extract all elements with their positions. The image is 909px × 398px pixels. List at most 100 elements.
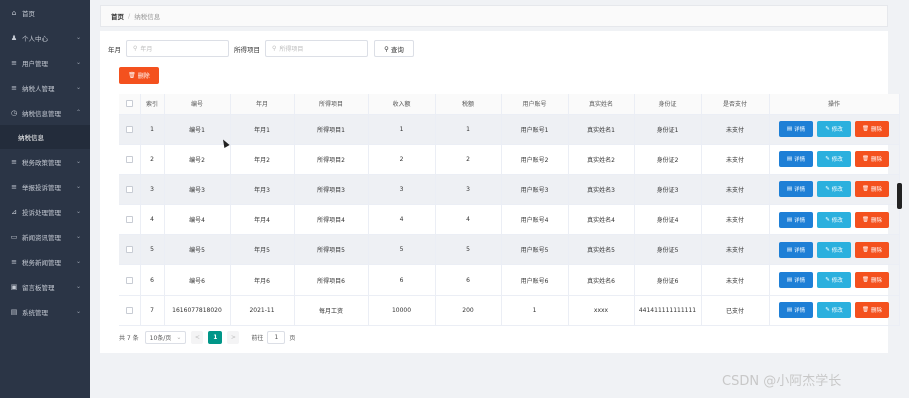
checkbox-icon[interactable] [125,100,133,108]
sidebar-item-10[interactable]: ▣ 留言板管理 ⌄ [0,274,90,299]
goto-page-input[interactable]: 1 [267,330,286,344]
detail-button[interactable]: ▤ 详情 [779,151,813,168]
next-page-button[interactable]: > [227,330,240,344]
table-cell: 所得项目1 [294,114,369,145]
sidebar-item-label: 留言板管理 [22,283,55,292]
scrollbar-thumb[interactable] [897,183,902,209]
edit-button[interactable]: ✎ 修改 [817,302,851,319]
month-label: 年月 [108,45,121,54]
table-cell: 2021-11 [230,295,295,326]
table-cell: xxxx [568,295,635,326]
detail-icon: ▤ [786,307,793,314]
table-cell: 身份证1 [634,114,702,145]
table-cell: 编号3 [164,174,231,206]
row-actions: ▤ 详情 ✎ 修改 🗑 删除 [769,114,900,145]
detail-icon: ▤ [786,186,793,193]
page-size-select[interactable]: 10条/页 ⌄ [144,330,187,344]
delete-button[interactable]: 🗑 删除 [855,181,889,198]
checkbox-icon[interactable] [125,246,133,254]
sidebar-subitem-active[interactable]: 纳税信息 [0,125,90,149]
delete-button[interactable]: 🗑 删除 [855,121,889,138]
checkbox-icon[interactable] [125,155,133,163]
row-select[interactable] [119,174,141,206]
info-icon: ◷ [10,108,18,117]
row-select[interactable] [119,204,141,236]
delete-button[interactable]: 🗑 删除 [855,151,889,168]
delete-button[interactable]: 🗑 删除 [855,272,889,289]
sidebar-item-1[interactable]: ♟ 个人中心 ⌄ [0,25,90,50]
checkbox-icon[interactable] [125,216,133,224]
checkbox-icon[interactable] [125,306,133,314]
batch-delete-button[interactable]: 🗑 删除 [119,67,159,84]
row-select[interactable] [119,114,141,145]
edit-button[interactable]: ✎ 修改 [817,181,851,198]
chevron-down-icon: ⌄ [75,59,81,66]
row-select[interactable] [119,264,141,296]
content-panel: 年月 ⚲ 年月 所得项目 ⚲ 所得项目 ⚲ 查询 🗑 删除 索引 编号 年月 所… [100,31,900,353]
table-cell: 200 [435,295,502,326]
delete-label: 删除 [870,247,882,254]
detail-button[interactable]: ▤ 详情 [779,272,813,289]
table-cell: 未支付 [701,114,770,145]
sidebar-item-4[interactable]: ◷ 纳税信息管理 ⌃ [0,100,90,125]
edit-button[interactable]: ✎ 修改 [817,241,851,258]
prev-page-button[interactable]: < [191,330,204,344]
sidebar-item-label: 新闻资讯管理 [22,233,61,242]
page-number-current[interactable]: 1 [208,330,223,344]
detail-icon: ▤ [786,246,793,253]
sidebar-item-6[interactable]: ≡ 举报投诉管理 ⌄ [0,174,90,199]
delete-button[interactable]: 🗑 删除 [855,302,889,319]
table-cell: 真实姓名6 [568,264,635,296]
detail-button[interactable]: ▤ 详情 [779,181,813,198]
delete-label: 删除 [870,217,882,224]
table-cell: 编号6 [164,264,231,296]
table-cell: 未支付 [701,174,770,206]
query-button[interactable]: ⚲ 查询 [374,40,414,57]
sidebar-item-9[interactable]: ≡ 税务新闻管理 ⌄ [0,249,90,274]
table-cell: 所得项目2 [294,144,369,175]
delete-button[interactable]: 🗑 删除 [855,211,889,228]
table-row: 3 编号3 年月3 所得项目3 3 3 用户账号3 真实姓名3 身份证3 未支付 ▤ 详情 ✎ 修改 🗑 删除 [119,174,900,206]
edit-icon: ✎ [825,277,830,284]
sidebar-item-11[interactable]: ▤ 系统管理 ⌄ [0,299,90,324]
detail-button[interactable]: ▤ 详情 [779,121,813,138]
project-label: 所得项目 [234,45,260,54]
main-content: 首页 / 纳税信息 年月 ⚲ 年月 所得项目 ⚲ 所得项目 ⚲ 查询 🗑 删除 … [90,0,909,398]
sidebar-item-2[interactable]: ≡ 用户管理 ⌄ [0,50,90,75]
chevron-down-icon: ⌄ [176,333,182,341]
sidebar-item-3[interactable]: ≡ 纳税人管理 ⌄ [0,75,90,100]
detail-icon: ▤ [786,126,793,133]
row-select[interactable] [119,295,141,326]
detail-button[interactable]: ▤ 详情 [779,211,813,228]
sidebar-item-7[interactable]: ⊿ 投诉处理管理 ⌄ [0,199,90,224]
edit-button[interactable]: ✎ 修改 [817,211,851,228]
sidebar-item-8[interactable]: ▭ 新闻资讯管理 ⌄ [0,224,90,249]
table-cell: 5 [140,234,165,266]
sidebar-item-label: 用户管理 [22,59,48,68]
sidebar-item-5[interactable]: ≡ 税务政策管理 ⌄ [0,149,90,174]
edit-button[interactable]: ✎ 修改 [817,272,851,289]
checkbox-icon[interactable] [125,185,133,193]
checkbox-icon[interactable] [125,276,133,284]
detail-button[interactable]: ▤ 详情 [779,241,813,258]
list-icon: ≡ [11,58,17,67]
list-icon: ≡ [11,83,17,92]
month-input[interactable]: ⚲ 年月 [126,40,229,57]
chevron-up-icon: ⌃ [75,109,81,116]
row-select[interactable] [119,144,141,175]
chevron-down-icon: ⌄ [75,84,81,91]
header-select-all[interactable] [119,94,141,115]
row-select[interactable] [119,234,141,266]
edit-button[interactable]: ✎ 修改 [817,151,851,168]
project-input[interactable]: ⚲ 所得项目 [265,40,368,57]
delete-button[interactable]: 🗑 删除 [855,241,889,258]
detail-label: 详情 [794,247,806,254]
breadcrumb-home[interactable]: 首页 [111,11,124,21]
sidebar-item-0[interactable]: ⌂ 首页 [0,0,90,25]
board-icon: ▣ [10,282,18,291]
checkbox-icon[interactable] [125,125,133,133]
detail-button[interactable]: ▤ 详情 [779,302,813,319]
edit-button[interactable]: ✎ 修改 [817,121,851,138]
table-cell: 1 [501,295,569,326]
edit-icon: ✎ [825,216,830,223]
